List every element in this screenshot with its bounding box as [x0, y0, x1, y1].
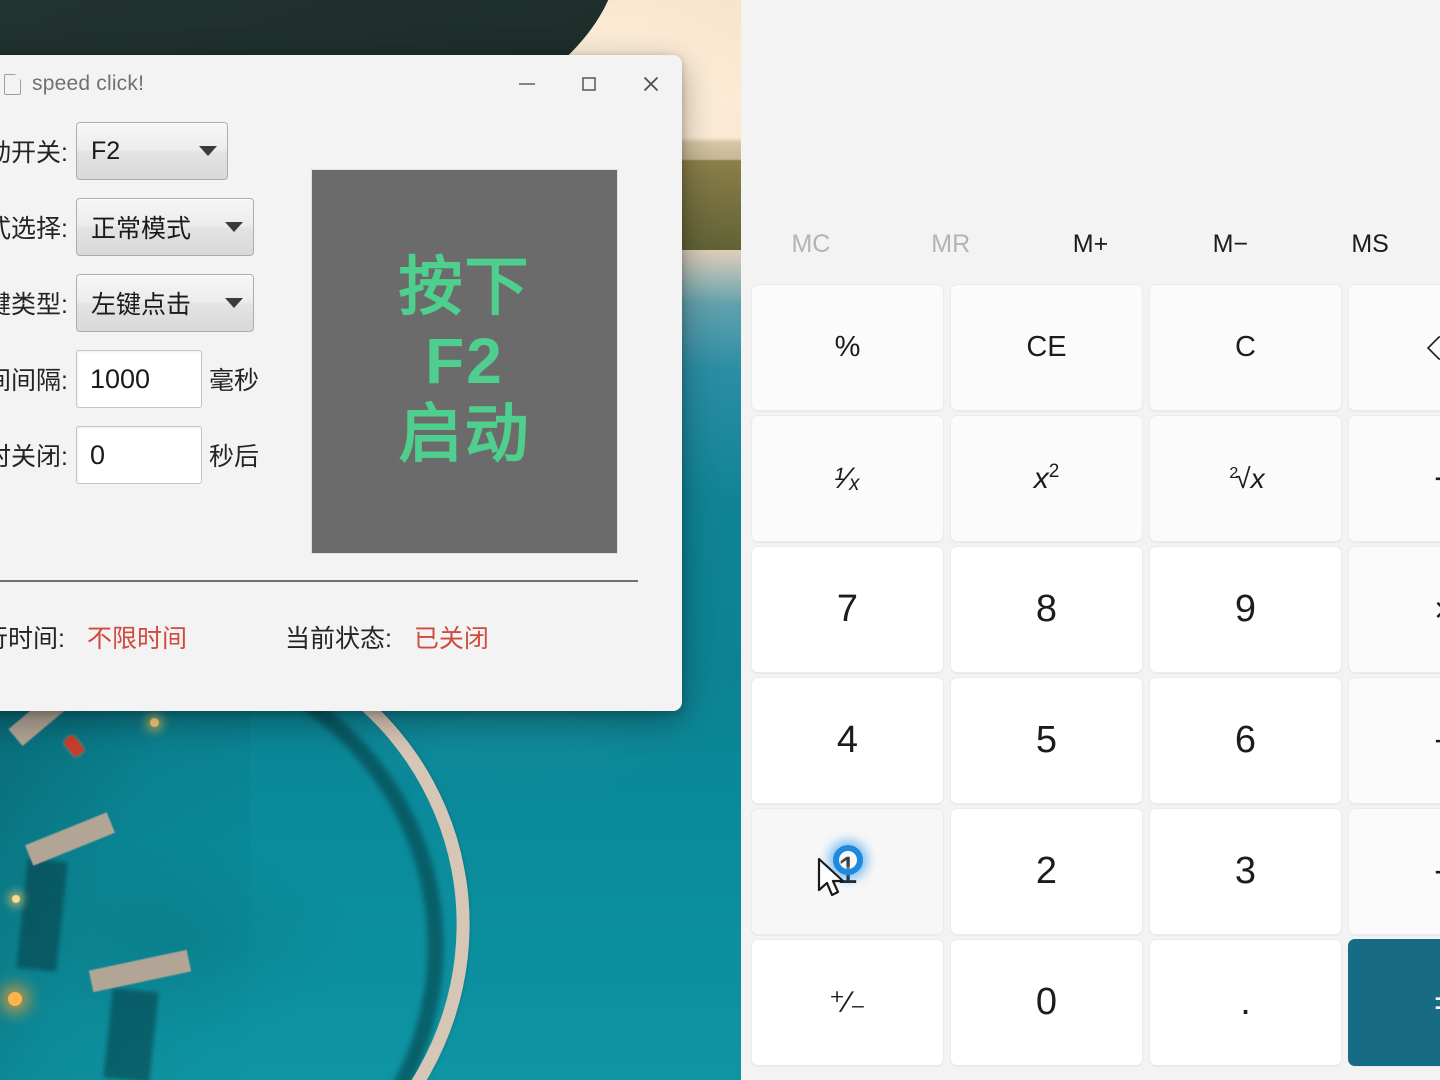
- backspace-button[interactable]: [1348, 284, 1440, 411]
- calculator-memory-bar: MC MR M+ M− MS: [741, 210, 1440, 278]
- auto-close-input[interactable]: 0: [76, 426, 202, 484]
- state-badge: 已关闭: [413, 625, 489, 653]
- auto-close-label: 定时关闭:: [0, 443, 68, 471]
- minimize-button[interactable]: [496, 55, 558, 113]
- auto-close-unit: 秒后: [209, 443, 260, 471]
- hotkey-value: F2: [91, 136, 121, 165]
- maximize-button[interactable]: [558, 55, 620, 113]
- chevron-down-icon: [225, 298, 243, 308]
- reciprocal-glyph: ¹⁄ₓ: [834, 461, 861, 495]
- interval-value: 1000: [90, 363, 151, 394]
- digit-7-button[interactable]: 7: [751, 546, 944, 673]
- runtime-value: 不限时间: [86, 625, 187, 653]
- digit-9-button[interactable]: 9: [1149, 546, 1342, 673]
- digit-3-button[interactable]: 3: [1149, 808, 1342, 935]
- interval-label: 时间间隔:: [0, 367, 68, 395]
- memory-subtract-button[interactable]: M−: [1160, 210, 1300, 278]
- digit-8-button[interactable]: 8: [950, 546, 1143, 673]
- click-type-label: 按键类型:: [0, 291, 68, 319]
- field-row-auto-close: 定时关闭: 0 秒后: [0, 417, 264, 493]
- field-row-click-type: 按键类型: 左键点击: [0, 265, 264, 341]
- hotkey-combobox[interactable]: F2: [76, 122, 228, 180]
- calculator-display: [741, 0, 1440, 210]
- wallpaper-light: [12, 895, 20, 903]
- auto-close-value: 0: [90, 439, 106, 470]
- divide-button[interactable]: ÷: [1348, 415, 1440, 542]
- clear-entry-button[interactable]: CE: [950, 284, 1143, 411]
- app-window-icon: [4, 73, 21, 95]
- percent-button[interactable]: %: [751, 284, 944, 411]
- square-root-button[interactable]: 2√x: [1149, 415, 1342, 542]
- multiply-button[interactable]: ×: [1348, 546, 1440, 673]
- add-button[interactable]: +: [1348, 808, 1440, 935]
- digit-1-button[interactable]: 1: [751, 808, 944, 935]
- wallpaper-light: [8, 992, 22, 1006]
- speed-click-body: 启动开关: F2 模式选择: 正常模式 按键类型:: [0, 113, 682, 711]
- banner-line-2: F2: [425, 324, 504, 397]
- speed-click-titlebar[interactable]: speed click!: [0, 55, 682, 113]
- mode-label: 模式选择:: [0, 215, 68, 243]
- banner-line-3: 启动: [398, 398, 531, 471]
- desktop-screen: speed click! 启动开关: F2: [0, 0, 1440, 1080]
- memory-clear-button[interactable]: MC: [741, 210, 881, 278]
- square-glyph: x2: [1033, 461, 1060, 495]
- memory-recall-button[interactable]: MR: [881, 210, 1021, 278]
- wallpaper-pier-shadow: [103, 987, 159, 1080]
- click-type-value: 左键点击: [91, 291, 192, 319]
- decimal-point-button[interactable]: .: [1149, 939, 1342, 1066]
- subtract-button[interactable]: −: [1348, 677, 1440, 804]
- digit-6-button[interactable]: 6: [1149, 677, 1342, 804]
- plus-minus-glyph: ⁺∕₋: [829, 986, 866, 1019]
- reciprocal-button[interactable]: ¹⁄ₓ: [751, 415, 944, 542]
- section-divider: [0, 580, 638, 582]
- sign-toggle-button[interactable]: ⁺∕₋: [751, 939, 944, 1066]
- digit-2-button[interactable]: 2: [950, 808, 1143, 935]
- close-button[interactable]: [620, 55, 682, 113]
- speed-click-window[interactable]: speed click! 启动开关: F2: [0, 55, 682, 711]
- memory-store-button[interactable]: MS: [1300, 210, 1440, 278]
- memory-add-button[interactable]: M+: [1021, 210, 1161, 278]
- digit-4-button[interactable]: 4: [751, 677, 944, 804]
- window-controls: [496, 55, 682, 113]
- click-type-combobox[interactable]: 左键点击: [76, 274, 254, 332]
- chevron-down-icon: [199, 146, 217, 156]
- speed-click-settings-form: 启动开关: F2 模式选择: 正常模式 按键类型:: [0, 113, 264, 493]
- window-title: speed click!: [32, 72, 145, 95]
- hotkey-hint-banner: 按下 F2 启动: [312, 170, 617, 553]
- banner-line-1: 按下: [398, 250, 531, 323]
- interval-unit: 毫秒: [209, 367, 260, 395]
- runtime-label: 运行时间:: [0, 625, 65, 653]
- mode-combobox[interactable]: 正常模式: [76, 198, 254, 256]
- interval-input[interactable]: 1000: [76, 350, 202, 408]
- digit-0-button[interactable]: 0: [950, 939, 1143, 1066]
- square-root-glyph: 2√x: [1229, 462, 1265, 494]
- field-row-interval: 时间间隔: 1000 毫秒: [0, 341, 264, 417]
- field-row-mode: 模式选择: 正常模式: [0, 189, 264, 265]
- mode-value: 正常模式: [91, 215, 192, 243]
- square-button[interactable]: x2: [950, 415, 1143, 542]
- chevron-down-icon: [225, 222, 243, 232]
- calculator-keypad: % CE C ¹⁄ₓ x2 2√x ÷ 7 8: [741, 282, 1440, 1068]
- digit-5-button[interactable]: 5: [950, 677, 1143, 804]
- clear-button[interactable]: C: [1149, 284, 1342, 411]
- backspace-icon: [1426, 335, 1440, 360]
- calculator-window[interactable]: MC MR M+ M− MS % CE C ¹⁄ₓ x2 2√x 7 8 9 4…: [741, 0, 1440, 1080]
- equals-button[interactable]: =: [1348, 939, 1440, 1066]
- hotkey-label: 启动开关:: [0, 139, 68, 167]
- state-label: 当前状态:: [284, 625, 392, 653]
- status-bar: 运行时间: 不限时间 当前状态: 已关闭: [0, 619, 642, 655]
- field-row-hotkey: 启动开关: F2: [0, 113, 264, 189]
- wallpaper-light: [150, 718, 159, 727]
